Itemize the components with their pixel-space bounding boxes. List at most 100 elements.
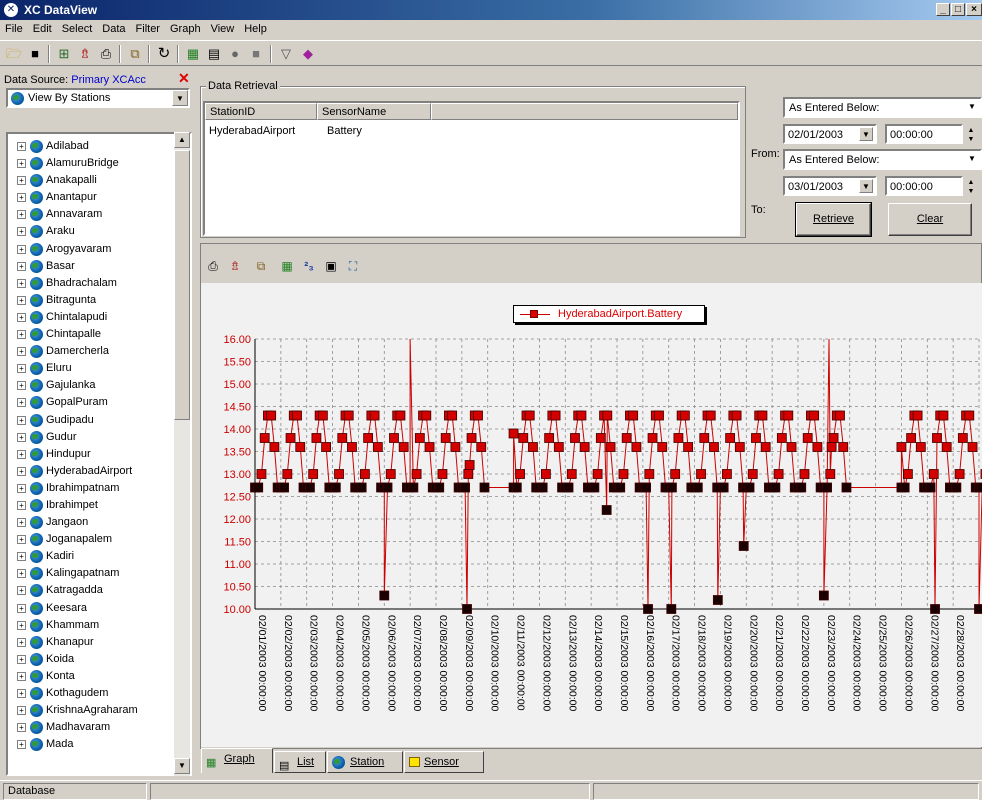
expand-icon[interactable]: +: [17, 740, 26, 750]
tree-item-station[interactable]: + Katragadda: [8, 582, 178, 599]
expand-icon[interactable]: +: [17, 381, 26, 391]
network-icon[interactable]: ⊞: [54, 44, 74, 64]
expand-icon[interactable]: +: [17, 620, 26, 630]
stop-icon[interactable]: ■: [246, 44, 266, 64]
scroll-thumb[interactable]: [174, 150, 190, 420]
time-spinner-icon[interactable]: ▲ ▼: [964, 178, 978, 198]
refresh-icon[interactable]: ↻: [154, 44, 174, 64]
eraser-icon[interactable]: ◆: [298, 44, 318, 64]
chevron-down-icon[interactable]: ▼: [172, 90, 188, 106]
tab-station[interactable]: Station: [327, 751, 403, 773]
retrieve-button[interactable]: Retrieve: [795, 202, 872, 237]
tree-item-station[interactable]: + Arogyavaram: [8, 241, 178, 258]
expand-icon[interactable]: +: [17, 398, 26, 408]
tree-item-station[interactable]: + Bhadrachalam: [8, 275, 178, 292]
print-icon[interactable]: ⎙: [96, 44, 116, 64]
from-time-field[interactable]: 00:00:00 ▲ ▼: [885, 124, 974, 144]
open-folder-icon[interactable]: 🗁: [4, 44, 24, 64]
expand-icon[interactable]: +: [17, 142, 26, 151]
tree-scrollbar[interactable]: ▲ ▼: [174, 132, 190, 776]
tree-item-station[interactable]: + Kothagudem: [8, 685, 178, 702]
menu-filter[interactable]: Filter: [131, 20, 165, 39]
tree-item-station[interactable]: + Gudur: [8, 429, 178, 446]
maximize-button[interactable]: □: [951, 3, 965, 16]
to-time-field[interactable]: 00:00:00 ▲ ▼: [885, 176, 974, 196]
tree-item-station[interactable]: + Annavaram: [8, 206, 178, 223]
graph-style-icon[interactable]: ▦: [276, 255, 298, 277]
expand-icon[interactable]: +: [17, 210, 26, 220]
record-icon[interactable]: ●: [225, 44, 245, 64]
tree-item-station[interactable]: + Khanapur: [8, 634, 178, 651]
expand-icon[interactable]: +: [17, 227, 26, 237]
tree-item-station[interactable]: + Kalingapatnam: [8, 565, 178, 582]
menu-select[interactable]: Select: [57, 20, 98, 39]
grid-icon[interactable]: ▣: [320, 255, 342, 277]
expand-icon[interactable]: +: [17, 193, 26, 203]
menu-file[interactable]: File: [0, 20, 28, 39]
tree-item-station[interactable]: + GopalPuram: [8, 394, 178, 411]
menu-help[interactable]: Help: [239, 20, 272, 39]
tree-item-station[interactable]: + Konta: [8, 668, 178, 685]
expand-icon[interactable]: +: [17, 723, 26, 733]
expand-icon[interactable]: +: [17, 603, 26, 613]
print-icon[interactable]: ⎙: [202, 255, 224, 277]
expand-icon[interactable]: +: [17, 312, 26, 322]
expand-icon[interactable]: +: [17, 347, 26, 357]
cell-sensorname[interactable]: Battery: [327, 125, 362, 137]
tree-item-station[interactable]: + Keesara: [8, 600, 178, 617]
expand-icon[interactable]: +: [17, 364, 26, 374]
expand-icon[interactable]: +: [17, 689, 26, 698]
expand-icon[interactable]: +: [17, 654, 26, 664]
expand-icon[interactable]: +: [17, 500, 26, 510]
expand-icon[interactable]: +: [17, 466, 26, 476]
number-format-icon[interactable]: ²₃: [298, 255, 320, 277]
expand-icon[interactable]: +: [17, 586, 26, 596]
tree-item-station[interactable]: + Basar: [8, 258, 178, 275]
column-header-sensorname[interactable]: SensorName: [317, 103, 431, 120]
to-mode-select[interactable]: As Entered Below: ▼: [783, 149, 982, 170]
tree-item-station[interactable]: + Joganapalem: [8, 531, 178, 548]
expand-icon[interactable]: +: [17, 295, 26, 305]
expand-icon[interactable]: +: [17, 176, 26, 186]
menu-view[interactable]: View: [206, 20, 240, 39]
tab-sensor[interactable]: Sensor: [404, 751, 484, 773]
close-button[interactable]: ×: [966, 3, 982, 16]
chart-settings-icon[interactable]: ⛶: [342, 255, 364, 277]
tree-item-station[interactable]: + Damercherla: [8, 343, 178, 360]
tree-item-station[interactable]: + Chintapalle: [8, 326, 178, 343]
column-header-stationid[interactable]: StationID: [205, 103, 317, 120]
expand-icon[interactable]: +: [17, 244, 26, 254]
tree-item-station[interactable]: + Bitragunta: [8, 292, 178, 309]
tree-item-station[interactable]: + Gudipadu: [8, 412, 178, 429]
menu-edit[interactable]: Edit: [28, 20, 57, 39]
upload-icon[interactable]: ⇯: [224, 255, 246, 277]
list-icon[interactable]: ▤: [204, 44, 224, 64]
chevron-down-icon[interactable]: ▼: [964, 151, 980, 167]
chevron-down-icon[interactable]: ▼: [964, 99, 980, 115]
expand-icon[interactable]: +: [17, 449, 26, 459]
expand-icon[interactable]: +: [17, 330, 26, 340]
from-mode-select[interactable]: As Entered Below: ▼: [783, 97, 982, 118]
graph-icon[interactable]: ▦: [183, 44, 203, 64]
expand-icon[interactable]: +: [17, 552, 26, 562]
upload-icon[interactable]: ⇯: [75, 44, 95, 64]
tree-item-station[interactable]: + HyderabadAirport: [8, 463, 178, 480]
expand-icon[interactable]: +: [17, 159, 26, 169]
tree-item-station[interactable]: + Eluru: [8, 360, 178, 377]
expand-icon[interactable]: +: [17, 637, 26, 647]
retrieval-table[interactable]: StationID SensorName HyderabadAirport Ba…: [203, 101, 740, 236]
save-icon[interactable]: ■: [25, 44, 45, 64]
minimize-button[interactable]: _: [936, 3, 950, 16]
tree-item-station[interactable]: + Kadiri: [8, 548, 178, 565]
tree-item-station[interactable]: + KrishnaAgraharam: [8, 702, 178, 719]
chevron-down-icon[interactable]: ▼: [859, 127, 873, 141]
view-by-select[interactable]: View By Stations ▼: [6, 88, 190, 108]
copy-icon[interactable]: ⧉: [250, 255, 272, 277]
tab-list[interactable]: ▤ List: [274, 751, 326, 773]
tree-item-station[interactable]: + Adilabad: [8, 138, 178, 155]
tree-item-station[interactable]: + Koida: [8, 651, 178, 668]
tree-item-station[interactable]: + Ibrahimpatnam: [8, 480, 178, 497]
data-source-value[interactable]: Primary XCAcc: [71, 74, 146, 86]
menu-data[interactable]: Data: [97, 20, 130, 39]
expand-icon[interactable]: +: [17, 432, 26, 442]
